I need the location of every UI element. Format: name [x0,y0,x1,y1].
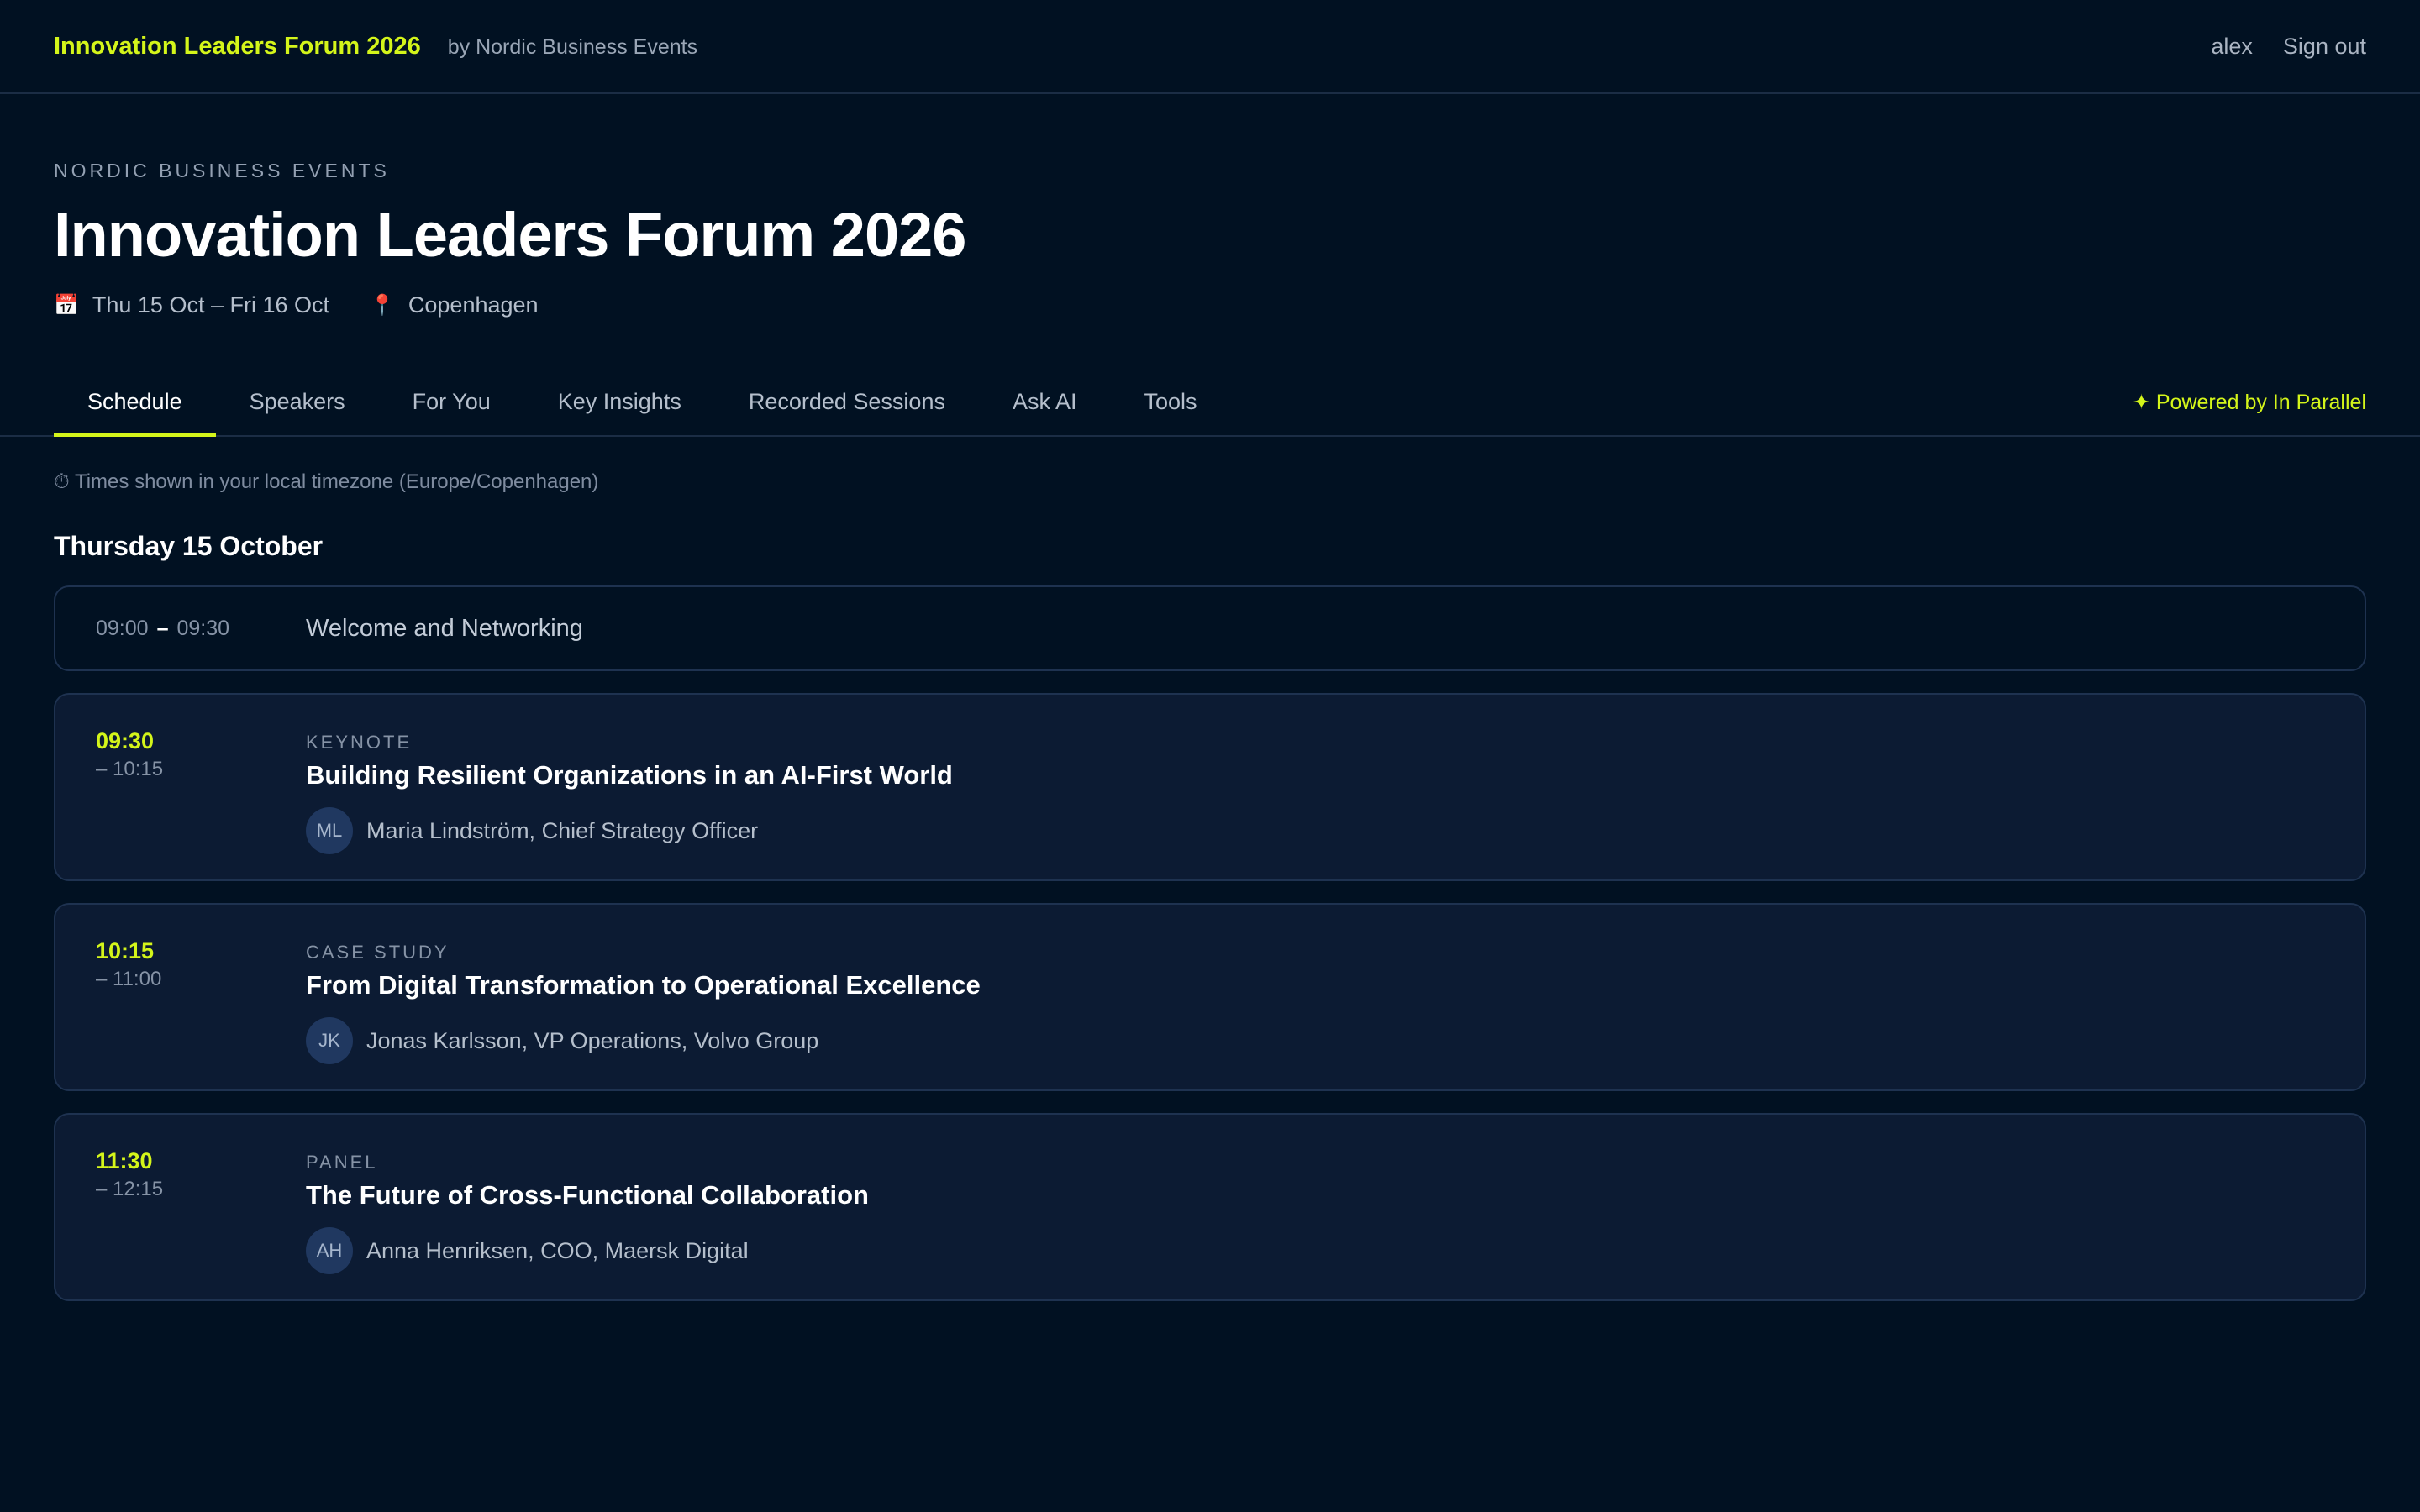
session-card[interactable]: 10:15 – 11:00 CASE STUDY From Digital Tr… [54,903,2366,1091]
tab-ask-ai[interactable]: Ask AI [979,370,1111,437]
session-body: PANEL The Future of Cross-Functional Col… [306,1148,2324,1274]
event-dates: 📅 Thu 15 Oct – Fri 16 Oct [54,292,329,318]
avatar: JK [306,1017,353,1064]
session-end: – 10:15 [96,758,164,780]
brand-organizer: by Nordic Business Events [447,34,698,59]
event-location: 📍 Copenhagen [370,292,539,318]
event-header: NORDIC BUSINESS EVENTS Innovation Leader… [54,160,966,318]
tab-key-insights[interactable]: Key Insights [524,370,715,437]
speaker-name: Maria Lindström, Chief Strategy Officer [366,817,759,843]
session-end: – 12:15 [96,1178,164,1200]
session-start: 10:15 [96,938,155,963]
session-speaker[interactable]: AH Anna Henriksen, COO, Maersk Digital [306,1227,2324,1274]
session-type: PANEL [306,1152,378,1173]
user-area: alex Sign out [2211,34,2366,60]
tab-bar: Schedule Speakers For You Key Insights R… [0,370,2420,437]
event-location-text: Copenhagen [408,292,539,318]
session-title[interactable]: The Future of Cross-Functional Collabora… [306,1180,2324,1210]
session-welcome[interactable]: 09:00 – 09:30 Welcome and Networking [54,585,2366,671]
session-start: 11:30 [96,1148,153,1173]
tab-tools[interactable]: Tools [1111,370,1231,437]
speaker-name: Anna Henriksen, COO, Maersk Digital [366,1237,749,1263]
event-meta: 📅 Thu 15 Oct – Fri 16 Oct 📍 Copenhagen [54,292,965,318]
username: alex [2211,33,2253,59]
session-time: 10:15 – 11:00 [96,938,306,1056]
timezone-note: ⏱ Times shown in your local timezone (Eu… [54,470,599,493]
session-type: KEYNOTE [306,732,413,753]
session-start: 09:30 [96,728,155,753]
top-bar: Innovation Leaders Forum 2026 by Nordic … [0,0,2420,94]
speaker-name: Jonas Karlsson, VP Operations, Volvo Gro… [366,1027,819,1053]
avatar: ML [306,807,353,854]
organizer-eyebrow: NORDIC BUSINESS EVENTS [54,160,390,181]
session-speaker[interactable]: ML Maria Lindström, Chief Strategy Offic… [306,807,2324,854]
session-card[interactable]: 11:30 – 12:15 PANEL The Future of Cross-… [54,1113,2366,1301]
time-separator: – [156,616,169,640]
session-title[interactable]: Building Resilient Organizations in an A… [306,760,2324,790]
session-end: – 11:00 [96,968,162,990]
session-start: 09:00 [96,616,149,640]
schedule-panel: ⏱ Times shown in your local timezone (Eu… [54,470,2366,1301]
page-title: Innovation Leaders Forum 2026 [54,200,966,270]
session-body: CASE STUDY From Digital Transformation t… [306,938,2324,1064]
tab-list: Schedule Speakers For You Key Insights R… [54,370,1231,437]
session-type: CASE STUDY [306,942,450,963]
session-time: 11:30 – 12:15 [96,1148,306,1266]
brand: Innovation Leaders Forum 2026 by Nordic … [54,33,697,60]
avatar: AH [306,1227,353,1274]
sign-out-button[interactable]: Sign out [2283,34,2366,60]
event-dates-text: Thu 15 Oct – Fri 16 Oct [92,292,329,318]
session-time: 09:30 – 10:15 [96,728,306,846]
day-heading: Thursday 15 October [54,531,324,561]
session-body: KEYNOTE Building Resilient Organizations… [306,728,2324,854]
session-time: 09:00 – 09:30 [96,617,306,641]
session-title: Welcome and Networking [306,614,583,642]
powered-by-link[interactable]: ✦ Powered by In Parallel [2133,370,2366,435]
session-end: 09:30 [176,616,230,640]
brand-title[interactable]: Innovation Leaders Forum 2026 [54,33,421,60]
calendar-icon: 📅 [54,294,79,317]
tab-speakers[interactable]: Speakers [216,370,379,437]
tab-schedule[interactable]: Schedule [54,370,216,437]
tab-recorded-sessions[interactable]: Recorded Sessions [715,370,979,437]
session-card[interactable]: 09:30 – 10:15 KEYNOTE Building Resilient… [54,693,2366,881]
session-speaker[interactable]: JK Jonas Karlsson, VP Operations, Volvo … [306,1017,2324,1064]
session-title[interactable]: From Digital Transformation to Operation… [306,970,2324,1000]
location-pin-icon: 📍 [370,294,395,317]
tab-for-you[interactable]: For You [379,370,524,437]
